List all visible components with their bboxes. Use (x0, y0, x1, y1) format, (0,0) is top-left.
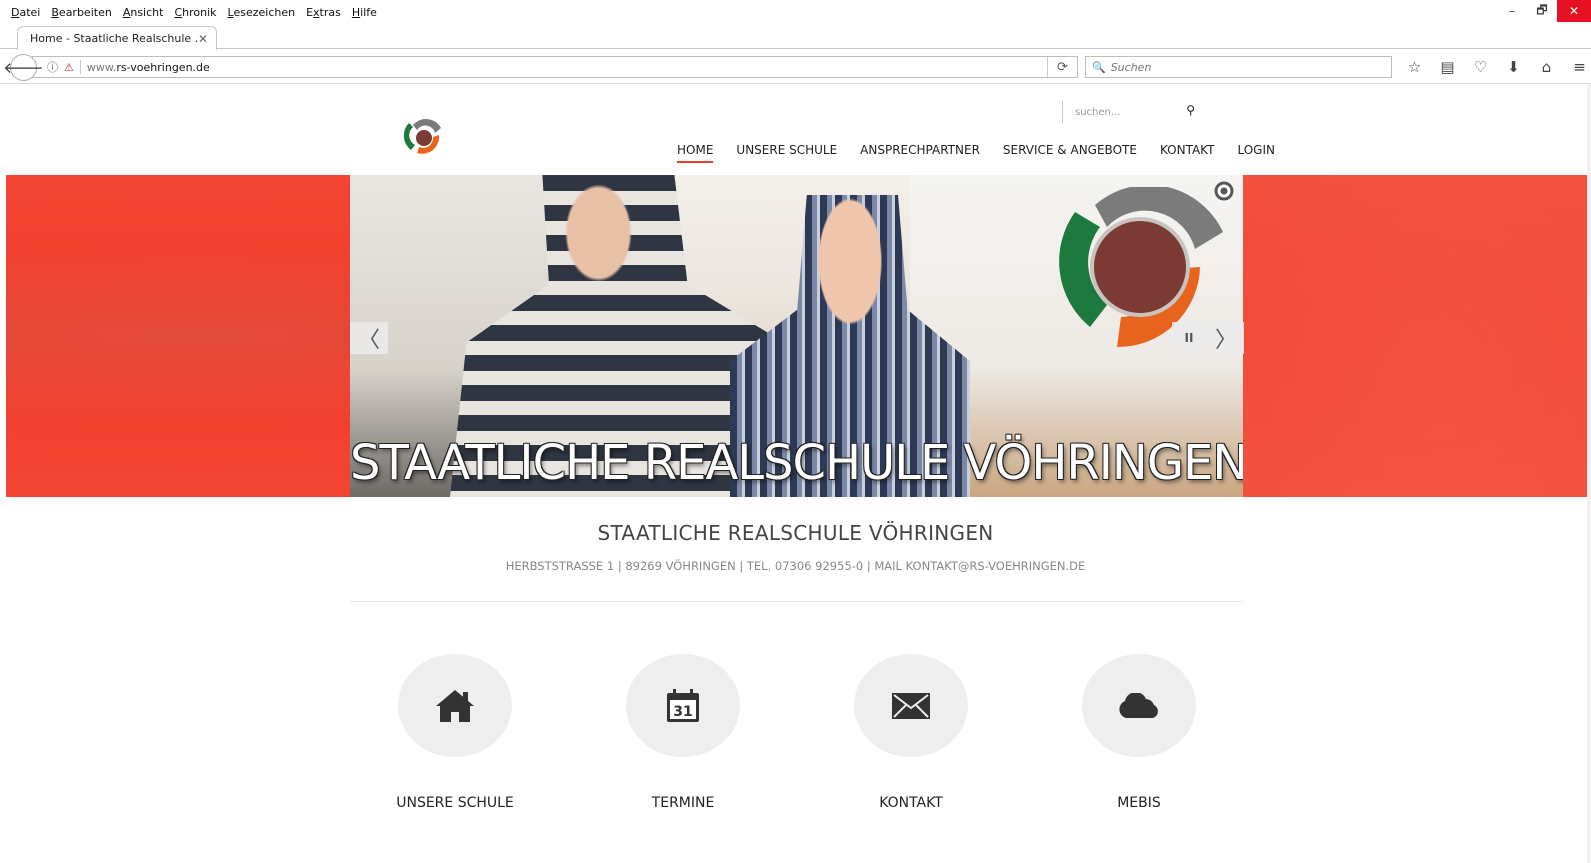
feature-label[interactable]: MEBIS (1039, 795, 1239, 811)
menu-ansicht[interactable]: Ansicht (123, 6, 164, 19)
nav-login[interactable]: LOGIN (1237, 143, 1275, 157)
feature-label[interactable]: KONTAKT (811, 795, 1011, 811)
back-button[interactable]: 🡐 (3, 54, 44, 81)
feature-circle[interactable] (398, 654, 512, 757)
nav-kontakt[interactable]: KONTAKT (1160, 143, 1215, 157)
menu-lesezeichen[interactable]: Lesezeichen (228, 6, 296, 19)
reload-icon[interactable]: ⟳ (1047, 57, 1077, 77)
slider-prev-button[interactable]: 〈 (350, 322, 388, 354)
url-bar[interactable]: ⓘ ⚠ www. rs-voehringen.de ⟳ (32, 56, 1078, 78)
nav-unsere-schule[interactable]: UNSERE SCHULE (736, 143, 837, 157)
school-title: STAATLICHE REALSCHULE VÖHRINGEN (597, 521, 994, 545)
calendar-icon: 31 (667, 688, 699, 722)
hamburger-menu-icon[interactable]: ≡ (1563, 58, 1591, 76)
nav-service-angebote[interactable]: SERVICE & ANGEBOTE (1003, 143, 1137, 157)
slide-corner-logo-icon (1214, 181, 1234, 201)
restore-button[interactable]: 🗗 (1527, 0, 1557, 22)
url-prefix: www. (86, 60, 117, 74)
feature-unsere-schule[interactable]: UNSERE SCHULE (355, 654, 555, 811)
content-divider (350, 601, 1244, 602)
site-search-icon[interactable]: ⚲ (1186, 103, 1195, 117)
feature-circle[interactable]: 31 (626, 654, 740, 757)
cloud-icon (1119, 692, 1158, 718)
browser-menubar: Datei Bearbeiten Ansicht Chronik Lesezei… (0, 0, 1591, 24)
slide-logo (1059, 187, 1223, 348)
bookmark-star-icon[interactable]: ☆ (1398, 58, 1431, 76)
feature-circle[interactable] (1082, 654, 1196, 757)
slider-pause-button[interactable]: II (1172, 322, 1206, 354)
menu-chronik[interactable]: Chronik (174, 6, 216, 19)
home-icon (436, 689, 474, 722)
feature-label[interactable]: UNSERE SCHULE (355, 795, 555, 811)
menu-extras[interactable]: Extras (306, 6, 341, 19)
page-scrollbar[interactable] (1587, 84, 1591, 863)
school-logo[interactable] (401, 118, 445, 156)
insecure-lock-icon[interactable]: ⚠ (64, 61, 74, 74)
school-address: HERBSTSTRASSE 1 | 89269 VÖHRINGEN | TEL.… (505, 559, 1086, 573)
main-navigation: HOME UNSERE SCHULE ANSPRECHPARTNER SERVI… (677, 143, 1298, 163)
tab-title: Home - Staatliche Realschule ... (30, 32, 198, 45)
window-controls: – 🗗 ✕ (1497, 0, 1591, 22)
feature-kontakt[interactable]: KONTAKT (811, 654, 1011, 811)
hero-slide: STAATLICHE REALSCHULE VÖHRINGEN (350, 175, 1243, 497)
menu-datei[interactable]: Datei (11, 6, 40, 19)
url-separator (79, 60, 81, 74)
nav-ansprechpartner[interactable]: ANSPRECHPARTNER (860, 143, 980, 157)
url-host: rs-voehringen.de (116, 60, 210, 74)
arrow-left-icon: 🡐 (3, 59, 44, 77)
info-icon[interactable]: ⓘ (47, 59, 58, 75)
tab-bar: Home - Staatliche Realschule ... ✕ + (0, 24, 1591, 69)
calendar-day: 31 (673, 704, 692, 720)
home-button-icon[interactable]: ⌂ (1530, 58, 1563, 76)
nav-home[interactable]: HOME (677, 143, 714, 163)
feature-mebis[interactable]: MEBIS (1039, 654, 1239, 811)
feature-termine[interactable]: 31 TERMINE (583, 654, 783, 811)
site-search-input[interactable]: suchen... ⚲ (1062, 101, 1217, 123)
navigation-bar: 🡐 ⓘ ⚠ www. rs-voehringen.de ⟳ 🔍 Suchen ☆ … (0, 50, 1591, 84)
feature-circle[interactable] (854, 654, 968, 757)
slide-title: STAATLICHE REALSCHULE VÖHRINGEN (350, 435, 1243, 491)
menu-bearbeiten[interactable]: Bearbeiten (51, 6, 111, 19)
close-tab-icon[interactable]: ✕ (198, 32, 208, 46)
feature-label[interactable]: TERMINE (583, 795, 783, 811)
download-icon[interactable]: ⬇ (1497, 58, 1530, 76)
minimize-button[interactable]: – (1497, 0, 1527, 22)
toolbar-icons: ☆ ▤ ♡ ⬇ ⌂ ≡ (1398, 56, 1591, 78)
pocket-icon[interactable]: ♡ (1464, 58, 1497, 76)
search-icon: 🔍 (1092, 60, 1106, 74)
tab-home[interactable]: Home - Staatliche Realschule ... ✕ (17, 26, 217, 50)
menu-hilfe[interactable]: Hilfe (352, 6, 377, 19)
envelope-icon (892, 692, 930, 719)
slider-next-button[interactable]: 〉 (1208, 322, 1244, 354)
browser-search-input[interactable]: 🔍 Suchen (1085, 56, 1392, 78)
close-window-button[interactable]: ✕ (1557, 0, 1591, 22)
library-icon[interactable]: ▤ (1431, 58, 1464, 76)
